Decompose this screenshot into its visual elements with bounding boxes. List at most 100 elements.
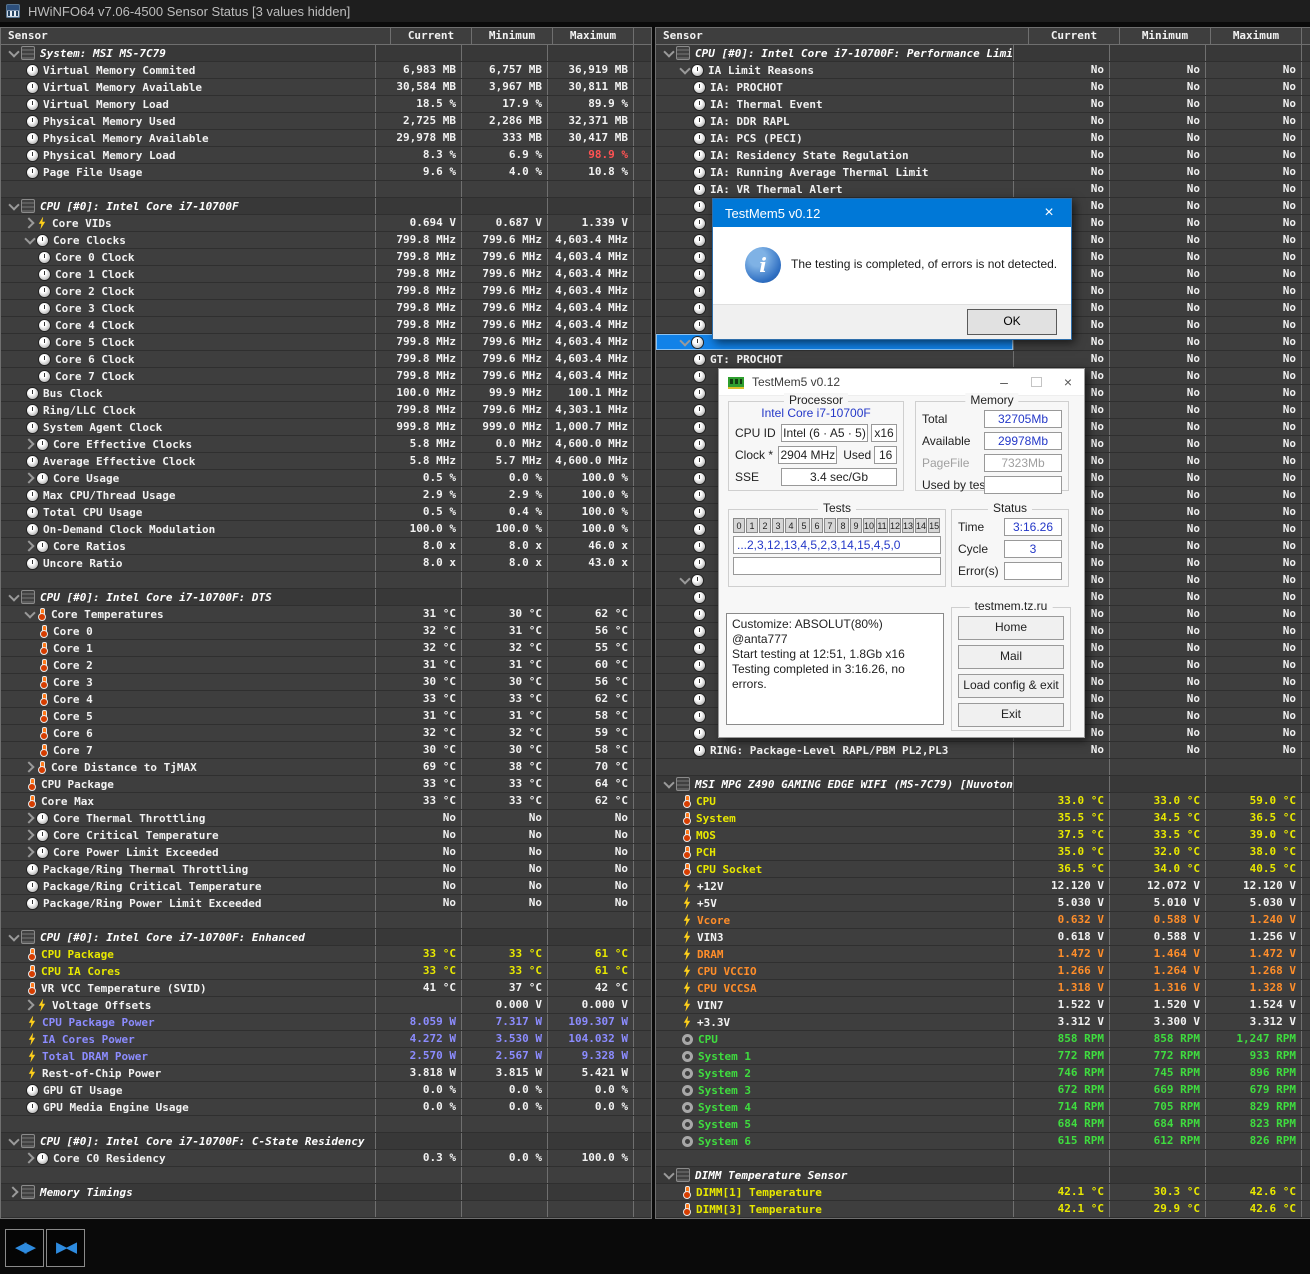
chevron-down-icon[interactable] — [7, 930, 21, 944]
sensor-row[interactable]: CPU 858 RPM 858 RPM 1,247 RPM — [656, 1031, 1310, 1048]
sensor-row[interactable]: Core Clocks 799.8 MHz 799.6 MHz 4,603.4 MHz — [1, 232, 651, 249]
sensor-row[interactable]: VR VCC Temperature (SVID) 41 °C 37 °C 42 °C — [1, 980, 651, 997]
site-button[interactable]: Exit — [958, 703, 1064, 727]
table-header[interactable]: Sensor Current Minimum Maximum — [656, 28, 1310, 45]
sensor-row[interactable]: Vcore 0.632 V 0.588 V 1.240 V — [656, 912, 1310, 929]
sensor-row[interactable]: Max CPU/Thread Usage 2.9 % 2.9 % 100.0 % — [1, 487, 651, 504]
sensor-row[interactable]: Core 4 Clock 799.8 MHz 799.6 MHz 4,603.4 MH… — [1, 317, 651, 334]
sensor-row[interactable]: Package/Ring Critical Temperature No No No — [1, 878, 651, 895]
sensor-row[interactable]: CPU VCCIO 1.266 V 1.264 V 1.268 V — [656, 963, 1310, 980]
section-row[interactable]: CPU [#0]: Intel Core i7-10700F — [1, 198, 651, 215]
sensor-row[interactable]: Core 3 Clock 799.8 MHz 799.6 MHz 4,603.4 MH… — [1, 300, 651, 317]
chevron-right-icon[interactable] — [23, 437, 37, 451]
section-row[interactable]: MSI MPG Z490 GAMING EDGE WIFI (MS-7C79) … — [656, 776, 1310, 793]
sensor-row[interactable]: +3.3V 3.312 V 3.300 V 3.312 V — [656, 1014, 1310, 1031]
sensor-row[interactable]: CPU Package 33 °C 33 °C 61 °C — [1, 946, 651, 963]
sensor-row[interactable]: Package/Ring Thermal Throttling No No No — [1, 861, 651, 878]
sensor-row[interactable]: CPU Package 33 °C 33 °C 64 °C — [1, 776, 651, 793]
sensor-row[interactable]: Core 1 Clock 799.8 MHz 799.6 MHz 4,603.4 MH… — [1, 266, 651, 283]
sensor-row[interactable]: Core Thermal Throttling No No No — [1, 810, 651, 827]
ok-button[interactable]: OK — [967, 309, 1057, 335]
test-number-button[interactable]: 5 — [798, 518, 810, 533]
chevron-down-icon[interactable] — [662, 777, 676, 791]
sensor-row[interactable]: Virtual Memory Available 30,584 MB 3,967 M… — [1, 79, 651, 96]
sensor-row[interactable]: CPU Socket 36.5 °C 34.0 °C 40.5 °C — [656, 861, 1310, 878]
testmem5-titlebar[interactable]: TestMem5 v0.12 – × — [719, 369, 1084, 396]
sensor-row[interactable]: RING: Package-Level RAPL/PBM PL2,PL3 No No… — [656, 742, 1310, 759]
sensor-row[interactable]: Physical Memory Load 8.3 % 6.9 % 98.9 % — [1, 147, 651, 164]
chevron-down-icon[interactable] — [678, 63, 692, 77]
chevron-down-icon[interactable] — [23, 233, 37, 247]
site-button[interactable]: Load config & exit — [958, 674, 1064, 698]
sensor-row[interactable]: DIMM[1] Temperature 42.1 °C 30.3 °C 42.6 °C — [656, 1184, 1310, 1201]
site-button[interactable]: Mail — [958, 645, 1064, 669]
section-row[interactable]: CPU [#0]: Intel Core i7-10700F: C-State … — [1, 1133, 651, 1150]
sensor-row[interactable]: GPU Media Engine Usage 0.0 % 0.0 % 0.0 % — [1, 1099, 651, 1116]
dialog-titlebar[interactable]: TestMem5 v0.12 × — [713, 199, 1071, 227]
sensor-row[interactable]: Core C0 Residency 0.3 % 0.0 % 100.0 % — [1, 1150, 651, 1167]
sensor-row[interactable]: Virtual Memory Load 18.5 % 17.9 % 89.9 % — [1, 96, 651, 113]
column-header-maximum[interactable]: Maximum — [552, 28, 633, 44]
sensor-row[interactable]: +5V 5.030 V 5.010 V 5.030 V — [656, 895, 1310, 912]
chevron-right-icon[interactable] — [23, 539, 37, 553]
test-number-button[interactable]: 10 — [863, 518, 876, 533]
sensor-row[interactable]: System 4 714 RPM 705 RPM 829 RPM — [656, 1099, 1310, 1116]
chevron-down-icon[interactable] — [7, 590, 21, 604]
chevron-down-icon[interactable] — [678, 335, 692, 349]
chevron-right-icon[interactable] — [23, 760, 37, 774]
section-row[interactable]: DIMM Temperature Sensor — [656, 1167, 1310, 1184]
test-number-button[interactable]: 11 — [876, 518, 889, 533]
column-header-sensor[interactable]: Sensor — [656, 28, 1028, 44]
chevron-down-icon[interactable] — [678, 573, 692, 587]
sensor-row[interactable]: Core Critical Temperature No No No — [1, 827, 651, 844]
column-header-minimum[interactable]: Minimum — [1119, 28, 1210, 44]
sensor-row[interactable]: VIN7 1.522 V 1.520 V 1.524 V — [656, 997, 1310, 1014]
sensor-row[interactable]: Core Max 33 °C 33 °C 62 °C — [1, 793, 651, 810]
chevron-right-icon[interactable] — [23, 216, 37, 230]
column-header-minimum[interactable]: Minimum — [471, 28, 552, 44]
sensor-row[interactable]: Core VIDs 0.694 V 0.687 V 1.339 V — [1, 215, 651, 232]
test-number-button[interactable]: 7 — [824, 518, 836, 533]
sensor-row[interactable]: Core Power Limit Exceeded No No No — [1, 844, 651, 861]
sensor-row[interactable]: CPU VCCSA 1.318 V 1.316 V 1.328 V — [656, 980, 1310, 997]
sensor-row[interactable]: System 3 672 RPM 669 RPM 679 RPM — [656, 1082, 1310, 1099]
sensor-row[interactable]: Core Effective Clocks 5.8 MHz 0.0 MHz 4,600… — [1, 436, 651, 453]
sensor-row[interactable]: IA: DDR RAPL No No No — [656, 113, 1310, 130]
sensor-row[interactable]: Uncore Ratio 8.0 x 8.0 x 43.0 x — [1, 555, 651, 572]
section-row[interactable]: System: MSI MS-7C79 — [1, 45, 651, 62]
test-number-button[interactable]: 15 — [928, 518, 941, 533]
sensor-row[interactable]: Page File Usage 9.6 % 4.0 % 10.8 % — [1, 164, 651, 181]
test-number-button[interactable]: 3 — [772, 518, 784, 533]
sensor-row[interactable]: Core 5 31 °C 31 °C 58 °C — [1, 708, 651, 725]
chevron-down-icon[interactable] — [662, 1168, 676, 1182]
sensor-row[interactable]: IA Cores Power 4.272 W 3.530 W 104.032 W — [1, 1031, 651, 1048]
sensor-row[interactable]: Rest-of-Chip Power 3.818 W 3.815 W 5.421 W — [1, 1065, 651, 1082]
chevron-right-icon[interactable] — [23, 1151, 37, 1165]
sensor-row[interactable]: Core 7 Clock 799.8 MHz 799.6 MHz 4,603.4 MH… — [1, 368, 651, 385]
test-number-button[interactable]: 4 — [785, 518, 797, 533]
column-header-current[interactable]: Current — [1028, 28, 1119, 44]
sensor-row[interactable]: +12V 12.120 V 12.072 V 12.120 V — [656, 878, 1310, 895]
sensor-row[interactable]: DIMM[3] Temperature 42.1 °C 29.9 °C 42.6 °C — [656, 1201, 1310, 1218]
sensor-row[interactable]: CPU Package Power 8.059 W 7.317 W 109.307 W — [1, 1014, 651, 1031]
chevron-down-icon[interactable] — [7, 46, 21, 60]
sensor-row[interactable]: Core 5 Clock 799.8 MHz 799.6 MHz 4,603.4 MH… — [1, 334, 651, 351]
sensor-row[interactable]: PCH 35.0 °C 32.0 °C 38.0 °C — [656, 844, 1310, 861]
window-titlebar[interactable]: HWiNFO64 v7.06-4500 Sensor Status [3 val… — [0, 0, 1310, 22]
sensor-row[interactable]: CPU 33.0 °C 33.0 °C 59.0 °C — [656, 793, 1310, 810]
sensor-row[interactable]: System 6 615 RPM 612 RPM 826 RPM — [656, 1133, 1310, 1150]
sensor-row[interactable]: Bus Clock 100.0 MHz 99.9 MHz 100.1 MHz — [1, 385, 651, 402]
sensor-row[interactable]: Core 2 31 °C 31 °C 60 °C — [1, 657, 651, 674]
sensor-row[interactable]: Core 6 Clock 799.8 MHz 799.6 MHz 4,603.4 MH… — [1, 351, 651, 368]
section-row[interactable]: CPU [#0]: Intel Core i7-10700F: DTS — [1, 589, 651, 606]
sensor-row[interactable]: System Agent Clock 999.8 MHz 999.0 MHz 1,00… — [1, 419, 651, 436]
sensor-row[interactable]: Core 0 32 °C 31 °C 56 °C — [1, 623, 651, 640]
sensor-row[interactable]: System 35.5 °C 34.5 °C 36.5 °C — [656, 810, 1310, 827]
chevron-down-icon[interactable] — [7, 199, 21, 213]
sensor-row[interactable]: Total CPU Usage 0.5 % 0.4 % 100.0 % — [1, 504, 651, 521]
sensor-row[interactable]: MOS 37.5 °C 33.5 °C 39.0 °C — [656, 827, 1310, 844]
test-number-button[interactable]: 9 — [850, 518, 862, 533]
test-number-button[interactable]: 12 — [889, 518, 902, 533]
column-header-maximum[interactable]: Maximum — [1210, 28, 1301, 44]
sensor-row[interactable]: Ring/LLC Clock 799.8 MHz 799.6 MHz 4,303.1 … — [1, 402, 651, 419]
